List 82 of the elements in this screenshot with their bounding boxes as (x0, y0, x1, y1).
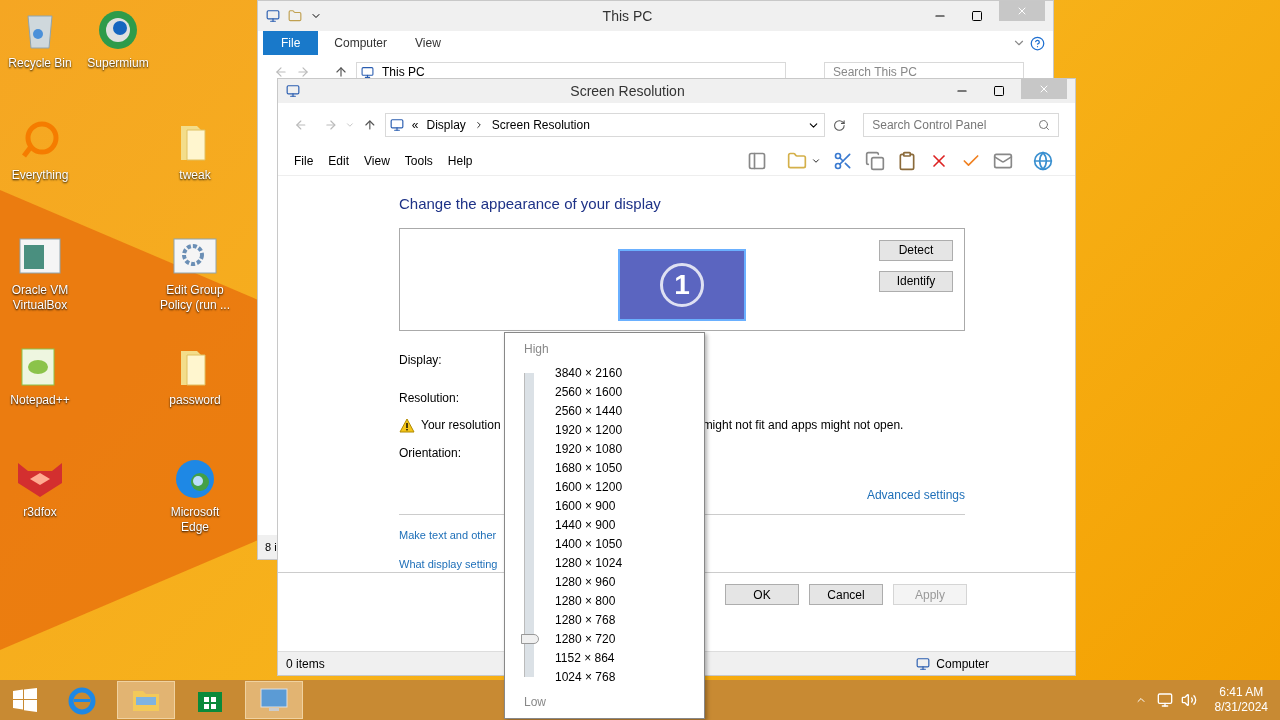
maximize-icon[interactable] (993, 85, 1005, 97)
side-button[interactable]: Detect (879, 239, 953, 261)
copy-icon[interactable] (865, 151, 885, 171)
resolution-option[interactable]: 1280 × 800 (555, 592, 623, 611)
window-title: This PC (601, 6, 654, 26)
caret-icon[interactable] (811, 156, 821, 166)
windows-logo-icon[interactable] (13, 688, 37, 712)
computer-icon (266, 9, 280, 23)
search-icon (1038, 119, 1050, 131)
resolution-option[interactable]: 1680 × 1050 (555, 459, 623, 478)
help-link[interactable]: What display setting (399, 555, 498, 572)
monitor-tile[interactable]: 1 (618, 248, 746, 321)
slider-thumb[interactable] (521, 634, 539, 644)
envelope-icon[interactable] (993, 151, 1013, 171)
menu-item[interactable]: Edit (328, 152, 350, 170)
low-label: Low (524, 695, 546, 709)
back-icon[interactable] (294, 118, 308, 132)
monitor-icon (259, 686, 289, 714)
address-bar[interactable]: « Display Screen Resolution (384, 113, 825, 137)
ribbon-tab[interactable]: View (403, 31, 453, 55)
menu-item[interactable]: File (294, 152, 314, 170)
folder-icon[interactable] (288, 9, 302, 23)
advanced-settings-link[interactable]: Advanced settings (866, 486, 965, 504)
warning-icon (399, 417, 415, 433)
scissors-icon[interactable] (833, 151, 853, 171)
maximize-icon[interactable] (971, 10, 983, 22)
resolution-option[interactable]: 1280 × 960 (555, 573, 623, 592)
ribbon-tab[interactable]: Computer (322, 31, 400, 55)
window-title: Screen Resolution (569, 81, 686, 101)
resolution-option[interactable]: 1280 × 768 (555, 611, 623, 630)
help-icon[interactable] (1030, 35, 1045, 51)
section-heading: Change the appearance of your display (399, 194, 662, 214)
computer-icon (916, 656, 931, 671)
resolution-option[interactable]: 1920 × 1200 (555, 421, 623, 440)
resolution-option[interactable]: 1600 × 1200 (555, 478, 623, 497)
breadcrumb-item[interactable]: Screen Resolution (491, 116, 590, 134)
back-icon[interactable] (274, 65, 288, 79)
resolution-option[interactable]: 1280 × 720 (555, 630, 623, 649)
status-location: Computer (936, 655, 989, 673)
status-text: 8 i (265, 539, 277, 555)
menu-item[interactable]: Help (447, 152, 473, 170)
monitor-number: 1 (660, 262, 704, 307)
resolution-option[interactable]: 1920 × 1080 (555, 440, 623, 459)
breadcrumb-item[interactable]: Display (426, 116, 466, 134)
ribbon-tab[interactable]: File (263, 31, 319, 55)
refresh-icon[interactable] (832, 118, 846, 132)
help-link[interactable]: Make text and other (399, 527, 497, 544)
dialog-button[interactable]: OK (725, 584, 799, 605)
field-label: Orientation: (399, 445, 462, 462)
resolution-option[interactable]: 1400 × 1050 (555, 535, 623, 554)
edge-icon (173, 457, 217, 501)
breadcrumb-chevron[interactable]: « (411, 116, 419, 134)
field-label: Display: (399, 352, 442, 369)
computer-icon (361, 65, 374, 79)
warning-text: Your resolution (421, 417, 501, 434)
up-icon[interactable] (363, 118, 377, 132)
forward-icon[interactable] (296, 65, 310, 79)
close-icon (1038, 83, 1050, 95)
field-label: Resolution: (399, 390, 460, 407)
computer-icon (389, 118, 404, 132)
side-button[interactable]: Identify (879, 270, 953, 292)
clipboard-icon[interactable] (897, 151, 917, 171)
resolution-option[interactable]: 2560 × 1600 (555, 383, 623, 402)
up-icon[interactable] (334, 65, 348, 79)
resolution-option[interactable]: 1440 × 900 (555, 516, 623, 535)
menu-item[interactable]: Tools (404, 152, 433, 170)
resolution-option[interactable]: 1600 × 900 (555, 497, 623, 516)
layout-icon[interactable] (747, 151, 767, 171)
dialog-button[interactable]: Cancel (809, 584, 883, 605)
close-icon (1016, 5, 1028, 17)
status-text: 0 items (286, 655, 325, 673)
display-icon (286, 84, 300, 98)
high-label: High (524, 342, 549, 356)
taskbar-app[interactable] (245, 681, 303, 719)
resolution-option[interactable]: 1280 × 1024 (555, 554, 623, 573)
resolution-option[interactable]: 2560 × 1440 (555, 402, 623, 421)
resolution-option[interactable]: 1024 × 768 (555, 668, 623, 687)
resolution-option[interactable]: 3840 × 2160 (555, 364, 623, 383)
search-field[interactable]: Search Control Panel (863, 113, 1059, 137)
forward-icon[interactable] (323, 118, 338, 132)
menu-item[interactable]: View (364, 152, 390, 170)
resolution-option[interactable]: 1152 × 864 (555, 649, 623, 668)
